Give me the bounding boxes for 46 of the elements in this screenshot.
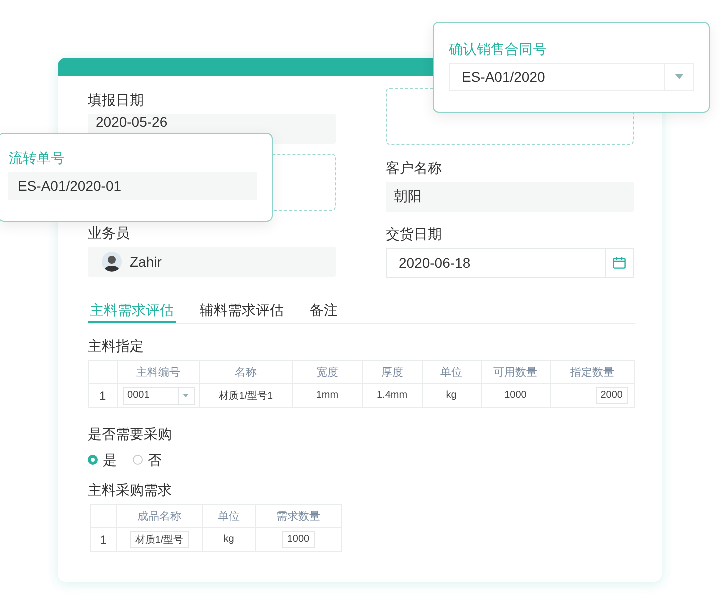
table-cell: kg [224, 534, 234, 545]
field-label: 业务员 [88, 224, 131, 243]
field-label: 客户名称 [386, 159, 443, 178]
section-title: 主料采购需求 [88, 481, 173, 500]
table-cell: 1mm [316, 390, 339, 401]
number-field[interactable]: ES-A01/2020-01 [8, 172, 257, 200]
section-title: 主料指定 [88, 337, 145, 356]
field-label: 填报日期 [88, 91, 145, 110]
table-input[interactable]: 材质1/型号 [130, 531, 189, 548]
tab[interactable]: 辅料需求评估 [198, 298, 286, 323]
code-dropdown[interactable]: 0001 [122, 386, 195, 404]
column-header: 名称 [235, 366, 258, 378]
table-cell: 材质1/型号1 [219, 390, 274, 402]
column-header: 指定数量 [570, 366, 614, 378]
avatar-icon [102, 252, 122, 272]
text-field[interactable]: 朝阳 [386, 182, 634, 212]
radio-icon[interactable] [133, 455, 143, 465]
field-label: 交货日期 [386, 225, 443, 244]
table-input[interactable]: 1000 [282, 531, 315, 548]
column-header: 主料编号 [136, 366, 181, 378]
date-field[interactable]: 2020-06-18 [386, 248, 634, 278]
table-cell: kg [446, 390, 457, 401]
user-field[interactable]: Zahir [88, 247, 336, 277]
caret-icon [183, 394, 190, 398]
column-header: 宽度 [316, 366, 338, 378]
popup-title: 确认销售合同号 [449, 40, 548, 59]
column-header: 单位 [218, 510, 240, 522]
contract-select[interactable]: ES-A01/2020 [449, 63, 694, 91]
popup-title: 流转单号 [9, 149, 66, 168]
column-header: 需求数量 [276, 510, 320, 522]
radio-option[interactable]: 是 [88, 450, 117, 470]
table-cell: 1000 [504, 390, 527, 401]
row-number: 1 [100, 532, 107, 546]
column-header: 单位 [440, 366, 463, 378]
radio-icon[interactable] [88, 455, 98, 465]
radio-option[interactable]: 否 [133, 450, 162, 470]
row-number: 1 [99, 388, 106, 402]
tab[interactable]: 备注 [308, 298, 340, 323]
calendar-icon[interactable] [613, 257, 626, 269]
column-header: 可用数量 [494, 366, 538, 378]
caret-icon [674, 74, 684, 80]
table-cell: 1.4mm [377, 390, 408, 401]
question-label: 是否需要采购 [88, 425, 173, 444]
column-header: 成品名称 [138, 510, 182, 522]
column-header: 厚度 [381, 366, 404, 378]
table-input[interactable]: 2000 [596, 387, 628, 404]
